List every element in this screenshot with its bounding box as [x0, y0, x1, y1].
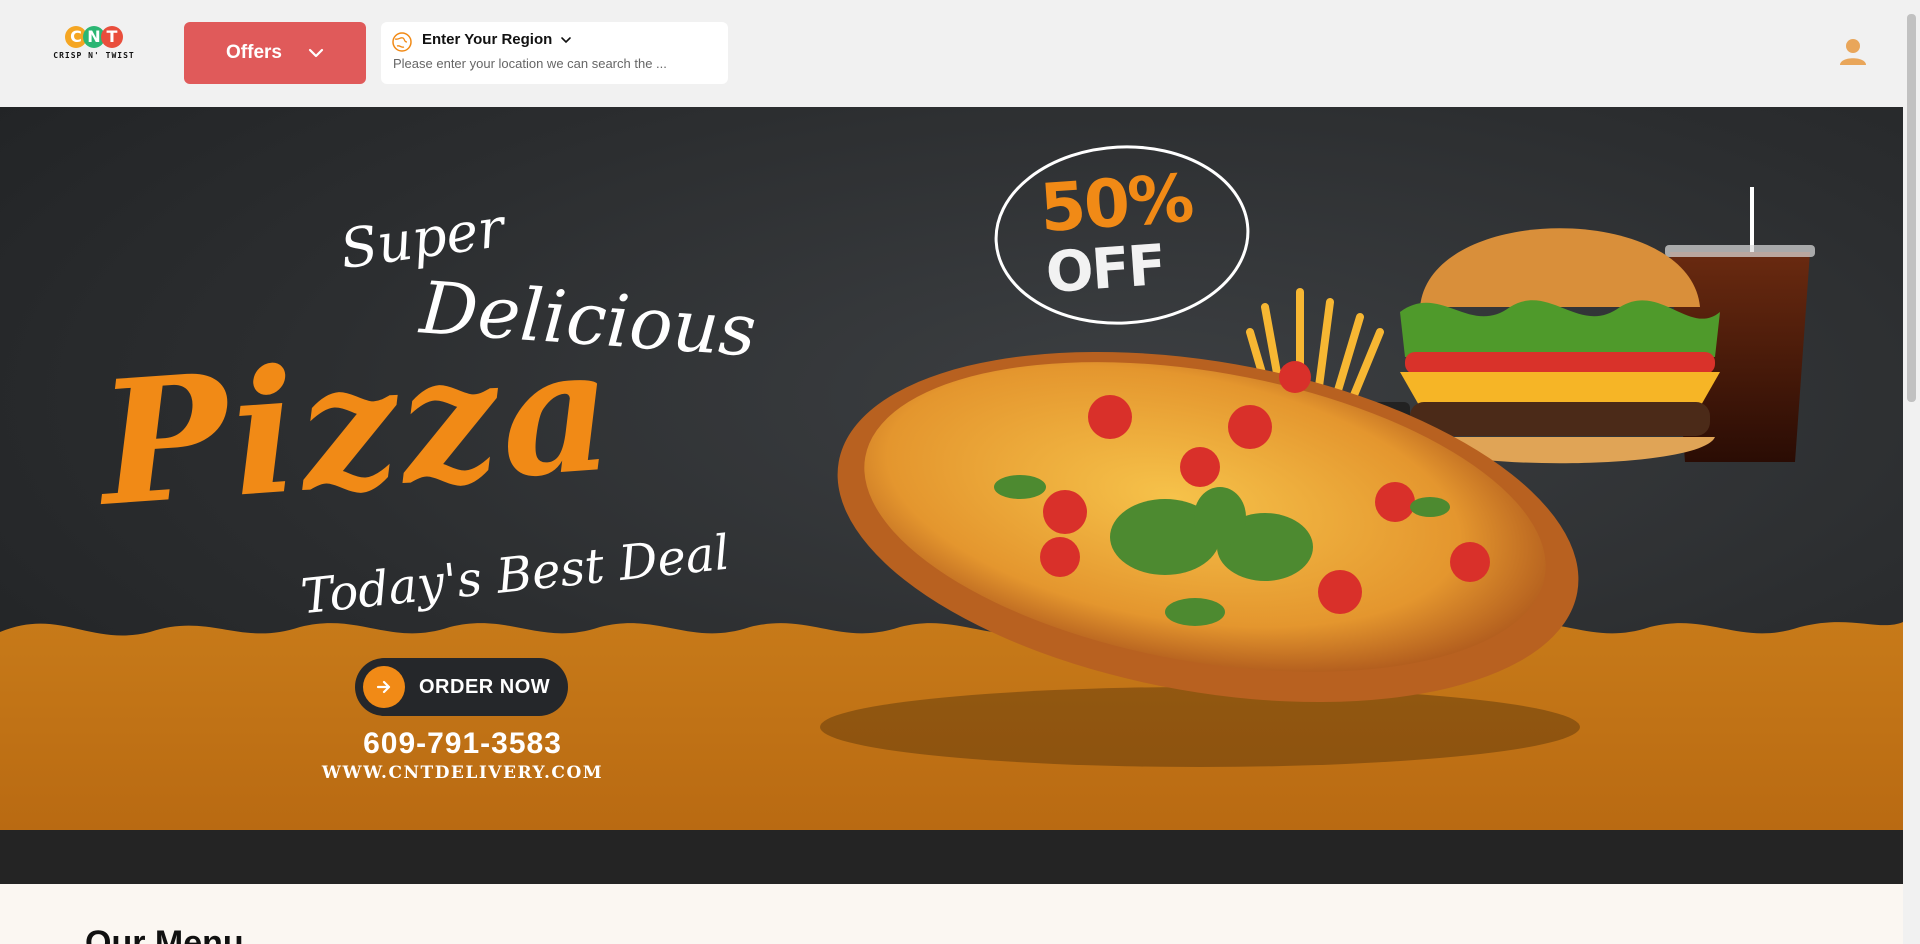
brand-logo[interactable]: C N T CRISP N' TWIST — [44, 26, 144, 70]
region-selector[interactable]: Enter Your Region — [381, 22, 728, 84]
menu-section: Our Menu — [0, 884, 1903, 944]
region-title[interactable]: Enter Your Region — [422, 31, 572, 48]
user-account-icon[interactable] — [1839, 37, 1867, 67]
logo-letters: C N T — [44, 26, 144, 48]
globe-icon — [392, 32, 412, 52]
phone-number: 609-791-3583 — [363, 727, 562, 760]
page-scrollbar[interactable] — [1903, 0, 1920, 944]
section-divider — [0, 830, 1903, 884]
chevron-down-icon — [308, 48, 324, 58]
headline-deal: Today's Best Deal — [298, 524, 733, 626]
promo-headline: Super Delicious Pizza Today's Best Deal — [94, 196, 800, 637]
region-title-label: Enter Your Region — [422, 31, 553, 48]
arrow-right-icon — [363, 666, 405, 708]
headline-pizza: Pizza — [93, 309, 622, 545]
discount-badge: 50% OFF — [990, 145, 1250, 325]
logo-subtitle: CRISP N' TWIST — [53, 51, 135, 60]
scrollbar-thumb[interactable] — [1907, 14, 1916, 402]
chevron-down-icon — [561, 36, 572, 43]
discount-off: OFF — [1043, 232, 1167, 307]
order-now-label: ORDER NOW — [419, 675, 551, 698]
offers-label: Offers — [226, 42, 282, 63]
offers-dropdown-button[interactable]: Offers — [184, 22, 366, 84]
logo-letter-t: T — [101, 26, 123, 48]
menu-title: Our Menu — [85, 924, 244, 944]
discount-percent: 50% — [1037, 159, 1195, 248]
headline-super: Super — [336, 195, 508, 282]
location-search-input[interactable] — [393, 56, 711, 71]
promo-banner[interactable]: Super Delicious Pizza Today's Best Deal … — [0, 107, 1903, 830]
order-now-button[interactable]: ORDER NOW — [355, 658, 568, 716]
site-header: C N T CRISP N' TWIST Offers Enter Your R… — [0, 0, 1903, 107]
website-url: WWW.CNTDELIVERY.COM — [321, 763, 604, 783]
